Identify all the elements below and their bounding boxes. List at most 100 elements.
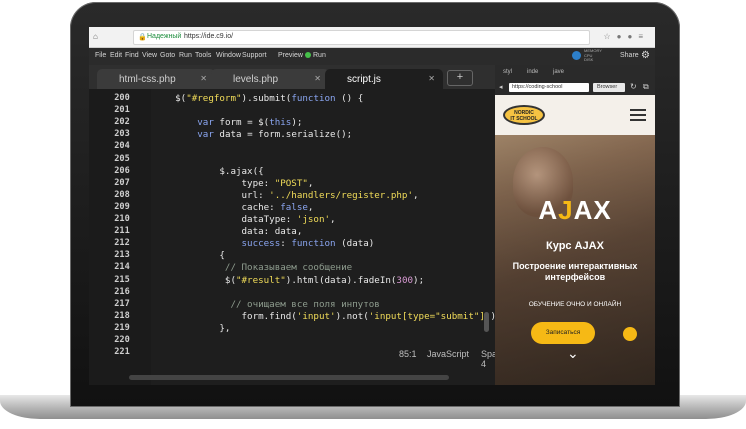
menu-tools[interactable]: Tools [195, 52, 211, 59]
code-line[interactable]: var form = $(this); [153, 117, 302, 128]
tab-label: html-css.php [119, 74, 176, 85]
hamburger-menu-icon[interactable] [630, 109, 646, 121]
code-line[interactable]: // очищаем все поля инпутов [153, 299, 379, 310]
browser-toolbar: ⌂ 🔒 Надежный https://ide.c9.io/ ☆●●≡ [89, 27, 655, 48]
laptop-screen: ⌂ 🔒 Надежный https://ide.c9.io/ ☆●●≡ Fil… [89, 27, 655, 385]
code-line[interactable]: $("#result").html(data).fadeIn(300); [153, 275, 424, 286]
refresh-icon[interactable]: ↻ [630, 82, 637, 91]
course-title: Курс AJAX [546, 240, 604, 252]
run-icon [305, 52, 311, 58]
new-tab-button[interactable]: + [447, 70, 473, 86]
site-logo[interactable]: NORDIC IT SCHOOL [503, 105, 545, 125]
hero-title-bolt: J [558, 195, 574, 225]
line-number: 205 [114, 153, 130, 164]
menu-edit[interactable]: Edit [110, 52, 122, 59]
menu-find[interactable]: Find [125, 52, 139, 59]
extension-icons[interactable]: ☆●●≡ [603, 32, 649, 41]
scroll-down-icon[interactable]: ⌄ [567, 345, 579, 362]
hero-title: AJAX [495, 195, 655, 226]
gear-icon[interactable]: ⚙ [641, 50, 650, 61]
preview-button[interactable]: Preview [278, 52, 303, 59]
disk-label: DISK [584, 57, 594, 62]
code-line[interactable]: type: "POST", [153, 178, 314, 189]
line-number: 204 [114, 141, 130, 152]
study-format: ОБУЧЕНИЕ ОЧНО И ОНЛАЙН [528, 301, 622, 308]
pane-tab-jave[interactable]: jave [553, 69, 564, 75]
back-arrow-icon[interactable]: ◂ [499, 83, 503, 91]
close-icon[interactable]: ✕ [314, 74, 321, 83]
tab-html-css[interactable]: html-css.php ✕ [97, 69, 215, 89]
line-number: 209 [114, 201, 130, 212]
tab-levels[interactable]: levels.php ✕ [211, 69, 329, 89]
lock-icon: 🔒 [138, 34, 147, 41]
line-number: 219 [114, 322, 130, 333]
run-label: Run [313, 52, 326, 59]
course-subtitle: Построение интерактивных интерфейсов [512, 261, 638, 282]
code-line[interactable]: dataType: 'json', [153, 214, 336, 225]
line-number-gutter: 200 201 202 203 204 205 206 207 208 209 210 211 212 2… [89, 89, 151, 385]
code-editor[interactable]: $("#regform").submit(function () { var f… [151, 89, 513, 385]
tab-label: levels.php [233, 74, 279, 85]
menu-file[interactable]: File [95, 52, 106, 59]
menu-support[interactable]: Support [242, 52, 267, 59]
share-button[interactable]: Share [620, 52, 639, 59]
close-icon[interactable]: ✕ [428, 74, 435, 83]
code-line[interactable]: // Показываем сообщение [153, 262, 352, 273]
menu-view[interactable]: View [142, 52, 157, 59]
play-icon[interactable] [623, 327, 637, 341]
site-header: NORDIC IT SCHOOL [495, 95, 655, 135]
browser-select[interactable]: Browser [593, 83, 625, 92]
ide-menubar: File Edit Find View Goto Run Tools Windo… [89, 48, 655, 65]
line-number: 211 [114, 226, 130, 237]
code-line[interactable]: $("#regform").submit(function () { [153, 93, 363, 104]
line-number: 210 [114, 214, 130, 224]
code-line[interactable]: var data = form.serialize(); [153, 129, 352, 140]
line-number: 201 [114, 105, 130, 116]
preview-url-input[interactable]: https://coding-school [509, 83, 589, 92]
menu-goto[interactable]: Goto [160, 52, 175, 59]
logo-text-bottom: IT SCHOOL [510, 116, 538, 122]
close-icon[interactable]: ✕ [200, 74, 207, 83]
menu-run[interactable]: Run [179, 52, 192, 59]
code-line[interactable]: url: '../handlers/register.php', [153, 190, 419, 201]
url-text: https://ide.c9.io/ [184, 33, 234, 40]
cursor-position: 85:1 [399, 349, 417, 359]
tab-label: script.js [347, 74, 381, 85]
line-number: 214 [114, 262, 130, 273]
code-line[interactable]: success: function (data) [153, 238, 375, 249]
line-number: 217 [114, 298, 130, 309]
resource-meter: MEMORY CPU DISK [584, 48, 602, 63]
tab-script[interactable]: script.js ✕ [325, 69, 443, 89]
line-number: 206 [114, 165, 130, 176]
horizontal-scrollbar[interactable] [129, 375, 449, 380]
address-bar[interactable]: 🔒 Надежный https://ide.c9.io/ [133, 30, 590, 45]
menu-window[interactable]: Window [216, 52, 241, 59]
enroll-button[interactable]: Записаться [531, 322, 595, 344]
code-line[interactable]: cache: false, [153, 202, 314, 213]
line-number: 215 [114, 274, 130, 285]
line-number: 213 [114, 250, 130, 261]
editor-scrollbar[interactable] [484, 312, 489, 332]
editor-tabbar: html-css.php ✕ levels.php ✕ script.js ✕ … [89, 65, 495, 90]
run-button[interactable]: Run [305, 52, 326, 59]
code-line[interactable]: $.ajax({ [153, 166, 263, 177]
avatar[interactable] [572, 51, 581, 60]
popout-icon[interactable]: ⧉ [643, 82, 649, 92]
code-line[interactable]: }, [153, 323, 230, 334]
line-number: 212 [114, 238, 130, 249]
preview-urlbar: ◂ https://coding-school Browser ↻ ⧉ [495, 80, 655, 95]
language-mode[interactable]: JavaScript [427, 349, 469, 359]
pane-tab-inde[interactable]: inde [527, 69, 538, 75]
line-number: 221 [114, 347, 130, 358]
line-number: 208 [114, 189, 130, 200]
code-line[interactable]: { [153, 250, 225, 261]
code-line[interactable]: form.find('input').not('input[type="subm… [153, 311, 513, 322]
line-number: 203 [114, 129, 130, 140]
home-icon[interactable]: ⌂ [93, 32, 98, 41]
line-number: 200 [114, 93, 130, 103]
editor-statusbar: 85:1 JavaScript Spaces: 4 ⚙ [151, 345, 533, 369]
code-line[interactable]: data: data, [153, 226, 303, 237]
pane-tab-styl[interactable]: styl [503, 69, 512, 75]
line-number: 216 [114, 286, 130, 297]
hero-title-a: A [538, 195, 559, 225]
